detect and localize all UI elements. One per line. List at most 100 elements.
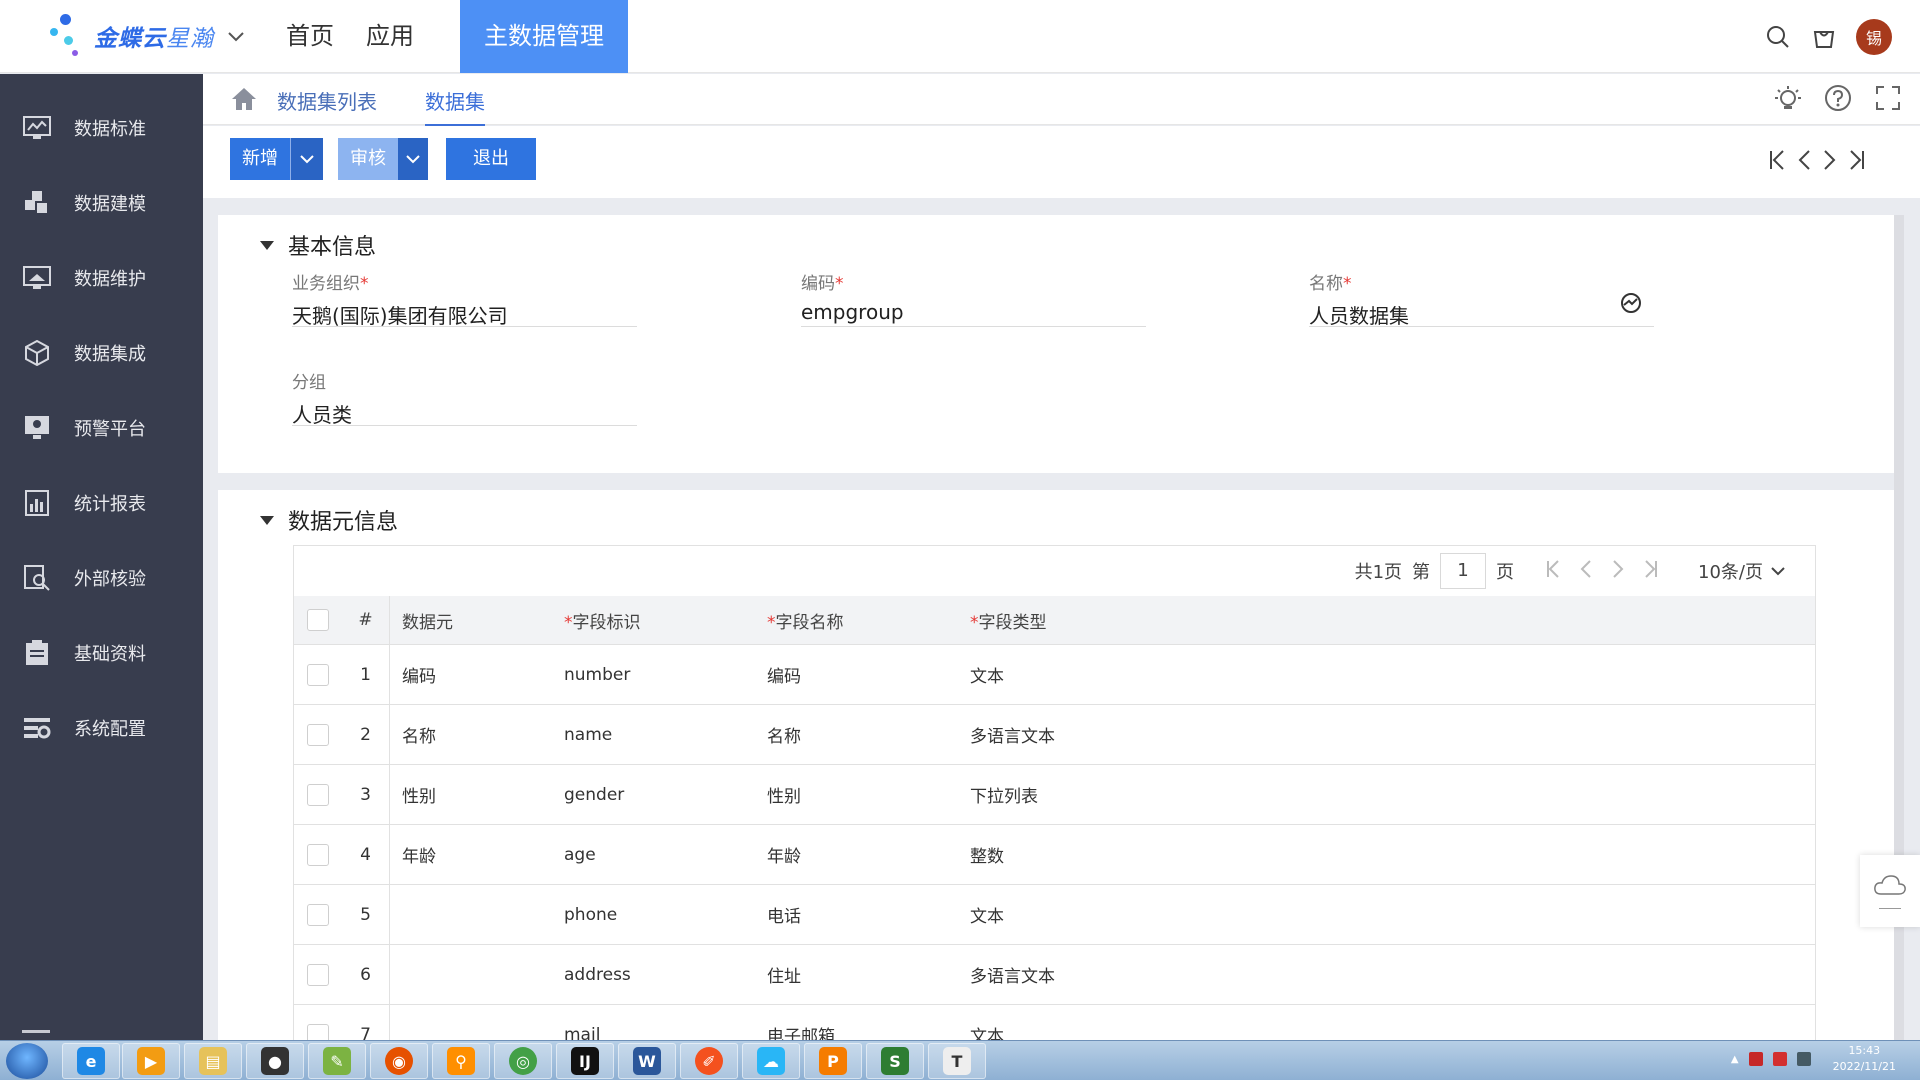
taskbar-intellij[interactable]: IJ xyxy=(556,1043,614,1079)
cell-field-id[interactable]: age xyxy=(564,845,767,865)
sidebar-item-system-config[interactable]: 系统配置 xyxy=(0,690,203,765)
tab-dataset-list[interactable]: 数据集列表 xyxy=(277,86,377,115)
prev-record-icon[interactable] xyxy=(1797,150,1811,174)
prev-page-icon[interactable] xyxy=(1580,559,1592,583)
table-row[interactable]: 5 phone 电话 文本 xyxy=(294,885,1815,945)
cell-field-type[interactable]: 下拉列表 xyxy=(970,782,1270,807)
taskbar-app-panda[interactable]: ● xyxy=(246,1043,304,1079)
cell-field-type[interactable]: 整数 xyxy=(970,842,1270,867)
cell-field-id[interactable]: address xyxy=(564,965,767,985)
menu-collapse-icon[interactable] xyxy=(22,1030,50,1040)
data-element-header[interactable]: 数据元信息 xyxy=(260,504,398,536)
lightbulb-icon[interactable] xyxy=(1774,84,1802,116)
home-icon[interactable] xyxy=(230,86,258,116)
sidebar-item-basic-data[interactable]: 基础资料 xyxy=(0,615,203,690)
last-page-icon[interactable] xyxy=(1644,559,1658,583)
table-row[interactable]: 6 address 住址 多语言文本 xyxy=(294,945,1815,1005)
cell-field-name[interactable]: 年龄 xyxy=(767,842,970,867)
taskbar-word[interactable]: W xyxy=(618,1043,676,1079)
col-field-type[interactable]: *字段类型 xyxy=(970,608,1270,633)
cell-field-name[interactable]: 名称 xyxy=(767,722,970,747)
table-row[interactable]: 7 mail 电子邮箱 文本 xyxy=(294,1005,1815,1040)
row-checkbox[interactable] xyxy=(307,1023,329,1040)
cell-field-type[interactable]: 文本 xyxy=(970,1022,1270,1040)
cell-field-name[interactable]: 性别 xyxy=(767,782,970,807)
cell-element[interactable]: 编码 xyxy=(390,662,564,687)
chevron-down-icon[interactable] xyxy=(228,26,244,47)
first-record-icon[interactable] xyxy=(1769,150,1785,174)
row-checkbox[interactable] xyxy=(307,783,329,806)
taskbar-explorer[interactable]: ▤ xyxy=(184,1043,242,1079)
tray-network-icon[interactable] xyxy=(1796,1052,1811,1066)
search-icon[interactable] xyxy=(1764,23,1792,51)
audit-dropdown-button[interactable] xyxy=(398,138,428,180)
sidebar-item-data-modeling[interactable]: 数据建模 xyxy=(0,165,203,240)
first-page-icon[interactable] xyxy=(1546,559,1560,583)
cell-field-type[interactable]: 文本 xyxy=(970,902,1270,927)
taskbar-sheets[interactable]: S xyxy=(866,1043,924,1079)
tab-dataset[interactable]: 数据集 xyxy=(425,86,485,127)
code-field[interactable]: 编码* empgroup xyxy=(801,269,1146,327)
row-checkbox[interactable] xyxy=(307,843,329,866)
cell-field-name[interactable]: 电子邮箱 xyxy=(767,1022,970,1040)
cell-field-name[interactable]: 住址 xyxy=(767,962,970,987)
tray-expand-icon[interactable]: ▲ xyxy=(1731,1054,1739,1065)
next-record-icon[interactable] xyxy=(1823,150,1837,174)
taskbar-chrome[interactable]: ◎ xyxy=(494,1043,552,1079)
tray-clock[interactable]: 15:43 2022/11/21 xyxy=(1833,1043,1896,1075)
table-row[interactable]: 2 名称 name 名称 多语言文本 xyxy=(294,705,1815,765)
taskbar-text[interactable]: T xyxy=(928,1043,986,1079)
page-size-select[interactable]: 10条/页 xyxy=(1698,558,1785,584)
collapse-triangle-icon[interactable] xyxy=(260,515,274,525)
taskbar-search-tool[interactable]: ⚲ xyxy=(432,1043,490,1079)
col-field-id[interactable]: *字段标识 xyxy=(564,608,767,633)
cell-field-id[interactable]: number xyxy=(564,665,767,685)
cell-field-name[interactable]: 编码 xyxy=(767,662,970,687)
new-dropdown-button[interactable] xyxy=(290,138,323,180)
col-element[interactable]: 数据元 xyxy=(390,608,564,633)
nav-home[interactable]: 首页 xyxy=(270,0,350,73)
cell-field-id[interactable]: name xyxy=(564,725,767,745)
help-icon[interactable] xyxy=(1824,84,1852,116)
cell-field-type[interactable]: 多语言文本 xyxy=(970,962,1270,987)
cell-element[interactable]: 年龄 xyxy=(390,842,564,867)
cell-element[interactable]: 名称 xyxy=(390,722,564,747)
start-button[interactable] xyxy=(6,1043,48,1079)
cell-field-type[interactable]: 文本 xyxy=(970,662,1270,687)
cell-element[interactable]: 性别 xyxy=(390,782,564,807)
basic-info-header[interactable]: 基本信息 xyxy=(260,229,376,261)
cell-field-name[interactable]: 电话 xyxy=(767,902,970,927)
taskbar-ie[interactable]: e xyxy=(62,1043,120,1079)
last-record-icon[interactable] xyxy=(1849,150,1865,174)
taskbar-draw[interactable]: ✐ xyxy=(680,1043,738,1079)
tray-flag-icon[interactable] xyxy=(1772,1052,1787,1066)
taskbar-cloud[interactable]: ☁ xyxy=(742,1043,800,1079)
sidebar-item-data-integration[interactable]: 数据集成 xyxy=(0,315,203,390)
row-checkbox[interactable] xyxy=(307,723,329,746)
sidebar-item-alert-platform[interactable]: 预警平台 xyxy=(0,390,203,465)
cell-field-id[interactable]: phone xyxy=(564,905,767,925)
fullscreen-icon[interactable] xyxy=(1874,84,1902,116)
taskbar-slides[interactable]: P xyxy=(804,1043,862,1079)
audit-button[interactable]: 审核 xyxy=(338,138,398,180)
table-row[interactable]: 3 性别 gender 性别 下拉列表 xyxy=(294,765,1815,825)
multilang-globe-icon[interactable] xyxy=(1620,292,1642,318)
sidebar-item-data-standard[interactable]: 数据标准 xyxy=(0,90,203,165)
name-field[interactable]: 名称* 人员数据集 xyxy=(1309,269,1654,328)
table-row[interactable]: 4 年龄 age 年龄 整数 xyxy=(294,825,1815,885)
taskbar-editor[interactable]: ✎ xyxy=(308,1043,366,1079)
nav-apps[interactable]: 应用 xyxy=(350,0,430,73)
row-checkbox[interactable] xyxy=(307,963,329,986)
select-all-checkbox[interactable] xyxy=(307,609,329,631)
cell-field-id[interactable]: mail xyxy=(564,1025,767,1041)
cell-field-id[interactable]: gender xyxy=(564,785,767,805)
group-field[interactable]: 分组 人员类 xyxy=(292,368,637,427)
avatar[interactable]: 锡 xyxy=(1856,18,1892,55)
cloud-widget[interactable] xyxy=(1860,855,1920,927)
shopping-bag-icon[interactable] xyxy=(1810,23,1838,51)
taskbar-firefox[interactable]: ◉ xyxy=(370,1043,428,1079)
table-row[interactable]: 1 编码 number 编码 文本 xyxy=(294,645,1815,705)
sidebar-item-reports[interactable]: 统计报表 xyxy=(0,465,203,540)
page-number-input[interactable]: 1 xyxy=(1440,553,1487,589)
exit-button[interactable]: 退出 xyxy=(446,138,536,180)
